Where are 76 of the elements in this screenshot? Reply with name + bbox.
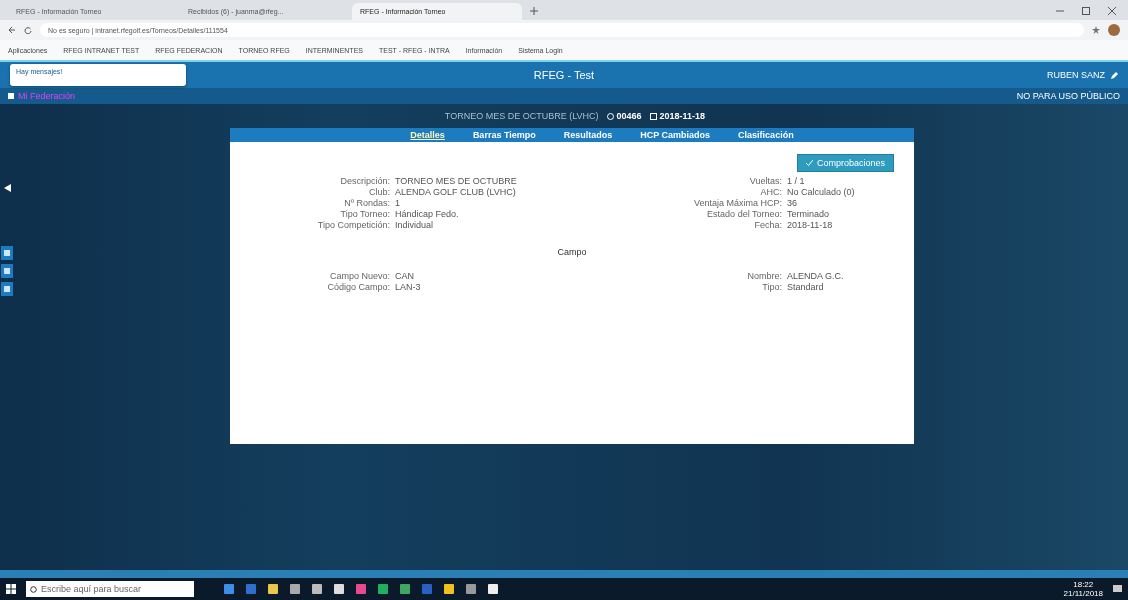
square-icon (4, 250, 10, 256)
tab[interactable]: Detalles (410, 128, 445, 142)
maximize-icon[interactable] (1082, 7, 1090, 15)
field-value: 36 (787, 198, 798, 209)
sidebar-button[interactable] (1, 246, 13, 260)
field-label: Nombre: (746, 271, 782, 282)
tab[interactable]: Resultados (563, 128, 613, 142)
sidebar-button[interactable] (1, 282, 13, 296)
taskbar-app-icon[interactable] (224, 584, 234, 594)
field-label: Vueltas: (748, 176, 782, 187)
checkmark-icon (805, 160, 813, 166)
taskbar-app-icon[interactable] (334, 584, 344, 594)
taskbar-app-icon[interactable] (378, 584, 388, 594)
square-icon (4, 286, 10, 292)
field-label: Nº Rondas: (343, 198, 390, 209)
minimize-icon[interactable] (1056, 7, 1064, 15)
field-label: Tipo Competición: (316, 220, 390, 231)
new-tab-icon[interactable] (530, 7, 538, 15)
field-value: 1 / 1 (787, 176, 806, 187)
sidebar-button[interactable] (1, 264, 13, 278)
field-value: TORNEO MES DE OCTUBRE (395, 176, 518, 187)
field-label: Campo Nuevo: (328, 271, 390, 282)
tournament-name: TORNEO MES DE OCTUBRE (LVHC) (444, 111, 599, 121)
field-label: Fecha: (753, 220, 782, 231)
field-value: ALENDA GOLF CLUB (LVHC) (395, 187, 517, 198)
taskbar-app-icon[interactable] (268, 584, 278, 594)
star-icon[interactable] (1092, 26, 1100, 34)
search-icon (30, 585, 37, 593)
field-value: ALENDA G.C. (787, 271, 845, 282)
field-value: Standard (787, 282, 825, 293)
field-value: 2018-11-18 (787, 220, 834, 231)
field-value: CAN (395, 271, 415, 282)
field-label: Ventaja Máxima HCP: (692, 198, 782, 209)
taskbar-app-icon[interactable] (356, 584, 366, 594)
taskbar-app-icon[interactable] (488, 584, 498, 594)
field-value: LAN-3 (395, 282, 422, 293)
taskbar-app-icon[interactable] (246, 584, 256, 594)
user-name[interactable]: RUBEN SANZ (1047, 70, 1105, 80)
field-value: Hándicap Fedo. (395, 209, 460, 220)
taskbar-app-icon[interactable] (312, 584, 322, 594)
field-value: Terminado (787, 209, 831, 220)
notice-text: NO PARA USO PÚBLICO (1016, 91, 1120, 101)
taskbar-app-icon[interactable] (422, 584, 432, 594)
tab[interactable]: Clasificación (738, 128, 794, 142)
taskbar-app-icon[interactable] (444, 584, 454, 594)
field-label: Estado del Torneo: (706, 209, 782, 220)
field-value: Individual (395, 220, 435, 231)
field-value: 1 (395, 198, 401, 209)
field-label: Código Campo: (326, 282, 390, 293)
notification-icon[interactable] (1113, 584, 1122, 594)
field-label: Descripción: (339, 176, 390, 187)
close-icon[interactable] (1108, 7, 1116, 15)
field-label: AHC: (759, 187, 782, 198)
back-arrow-icon[interactable] (8, 26, 16, 34)
avatar-icon[interactable] (1108, 24, 1120, 36)
clock-time: 18:22 (1072, 580, 1095, 589)
collapse-arrow-icon[interactable] (3, 184, 11, 192)
taskbar-app-icon[interactable] (466, 584, 476, 594)
field-label: Tipo Torneo: (339, 209, 390, 220)
app-title: RFEG - Test (533, 69, 595, 81)
tournament-code: 00466 (616, 111, 642, 121)
reload-icon[interactable] (24, 26, 32, 34)
field-label: Tipo: (761, 282, 782, 293)
tab[interactable]: Barras Tiempo (472, 128, 536, 142)
field-value: No Calculado (0) (787, 187, 856, 198)
windows-logo-icon[interactable] (6, 584, 16, 594)
tournament-date: 2018-11-18 (659, 111, 706, 121)
taskbar-app-icon[interactable] (290, 584, 300, 594)
taskbar-search-field[interactable]: Escribe aquí para buscar (26, 581, 194, 597)
taskbar-app-icon[interactable] (400, 584, 410, 594)
pencil-icon[interactable] (1111, 71, 1118, 79)
field-label: Club: (368, 187, 390, 198)
square-icon (4, 268, 10, 274)
section-title: Campo (556, 247, 588, 257)
tab[interactable]: HCP Cambiados (640, 128, 711, 142)
clock-date: 21/11/2018 (1063, 589, 1103, 598)
